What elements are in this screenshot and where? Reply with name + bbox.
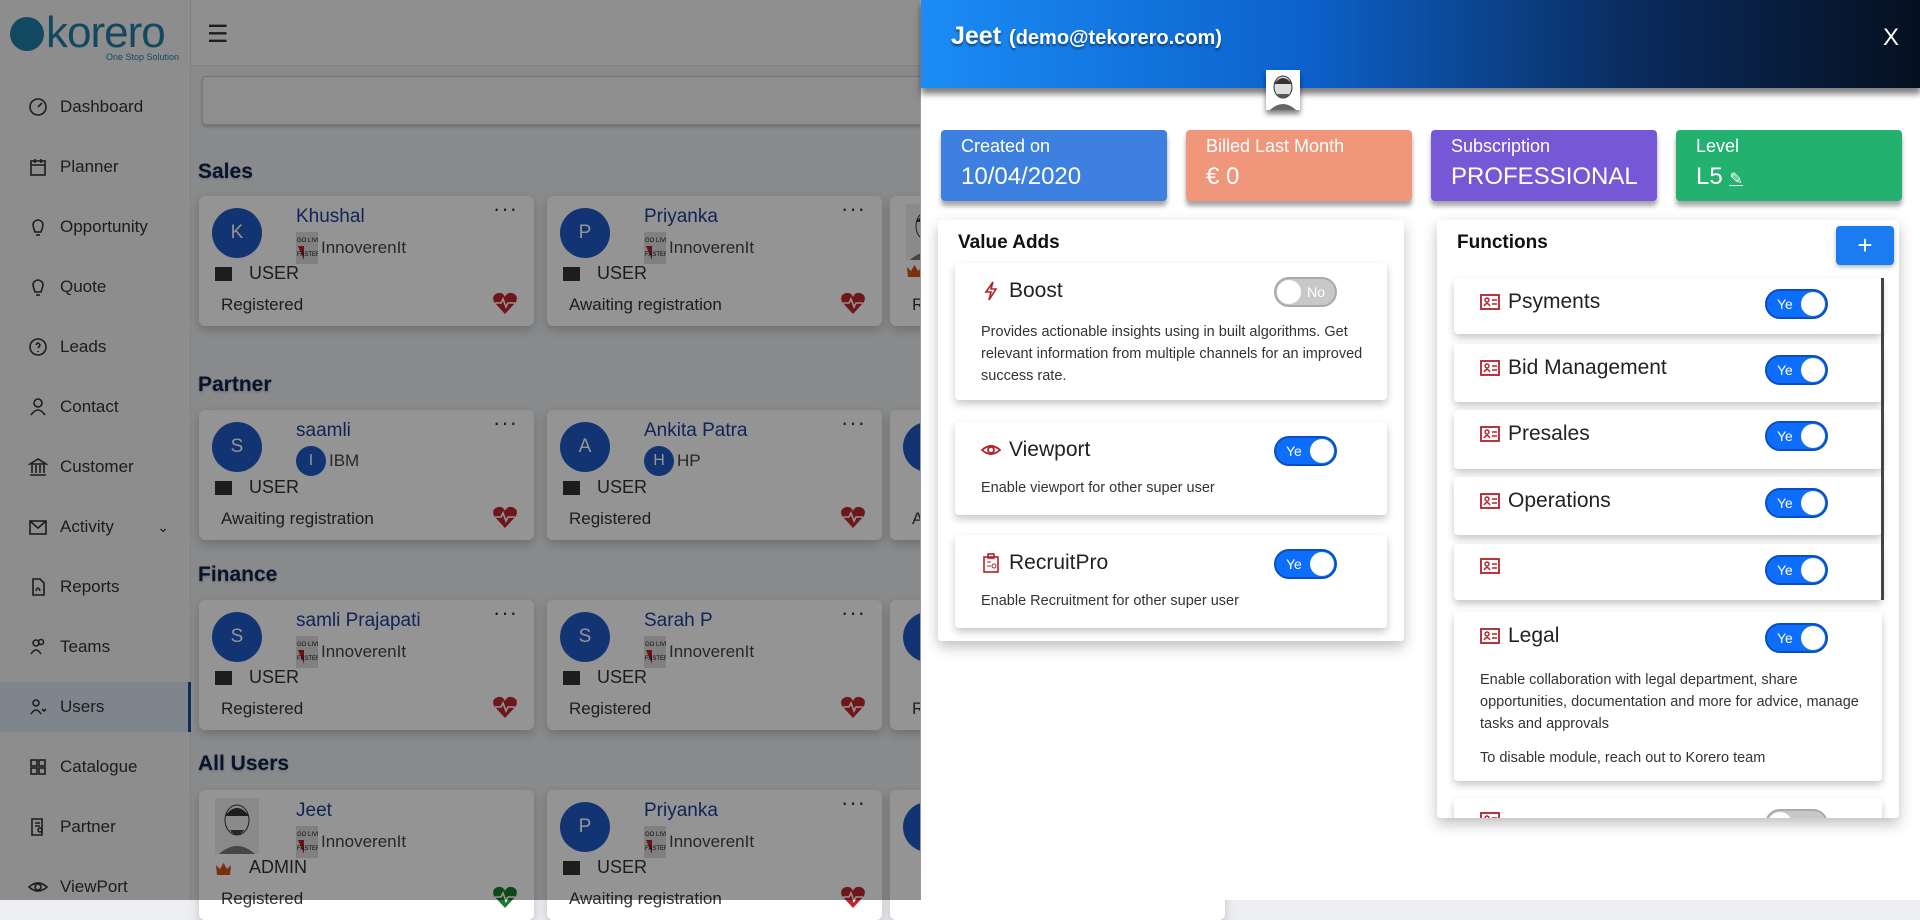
panel-user-name: Jeet bbox=[951, 22, 1002, 50]
function-description: Enable collaboration with legal departme… bbox=[1480, 672, 1859, 732]
function-name: Psyments bbox=[1508, 290, 1601, 313]
user-detail-panel: Jeet (demo@tekorero.com) X Created on 10/… bbox=[920, 0, 1920, 900]
clipboard-icon bbox=[983, 553, 999, 573]
function-item: Ye bbox=[1454, 544, 1882, 600]
function-item: Legal Ye Enable collaboration with legal… bbox=[1454, 612, 1882, 781]
value-add-name: RecruitPro bbox=[1009, 551, 1109, 574]
edit-pencil-icon[interactable]: ✎ bbox=[1729, 171, 1742, 188]
value-add-description: Enable viewport for other super user bbox=[981, 480, 1215, 496]
value-add-recruitpro: RecruitPro Ye Enable Recruitment for oth… bbox=[955, 535, 1387, 628]
add-function-button[interactable]: + bbox=[1836, 226, 1894, 265]
function-toggle[interactable]: Ye bbox=[1765, 355, 1828, 385]
toggle-label: Ye bbox=[1777, 362, 1793, 378]
id-card-icon bbox=[1480, 360, 1500, 376]
toggle-label: Ye bbox=[1777, 562, 1793, 578]
function-toggle[interactable]: Ye bbox=[1765, 289, 1828, 319]
value-add-toggle[interactable]: Ye bbox=[1274, 436, 1337, 466]
stat-label: Created on bbox=[961, 136, 1051, 156]
lightning-icon bbox=[984, 281, 998, 301]
toggle-label: Ye bbox=[1777, 296, 1793, 312]
function-name: Operations bbox=[1508, 489, 1611, 512]
stat-value: PROFESSIONAL bbox=[1451, 163, 1638, 190]
id-card-icon bbox=[1480, 426, 1500, 442]
id-card-icon bbox=[1480, 628, 1500, 644]
stat-level: Level L5 ✎ bbox=[1676, 130, 1902, 201]
panel-header: Jeet (demo@tekorero.com) X bbox=[921, 0, 1920, 88]
value-add-toggle[interactable]: Ye bbox=[1274, 549, 1337, 579]
functions-box: Functions + Psyments Ye Bid Management Y… bbox=[1437, 220, 1899, 818]
function-item: Bid Management Ye bbox=[1454, 344, 1882, 402]
function-item bbox=[1454, 798, 1882, 818]
stat-billed-last-month: Billed Last Month € 0 bbox=[1186, 130, 1412, 201]
modal-backdrop[interactable] bbox=[0, 0, 920, 900]
value-adds-box: Value Adds Boost No Provides actionable … bbox=[938, 220, 1404, 641]
function-toggle[interactable]: Ye bbox=[1765, 421, 1828, 451]
toggle-label: Ye bbox=[1777, 428, 1793, 444]
toggle-label: Ye bbox=[1286, 556, 1302, 572]
id-card-icon bbox=[1480, 812, 1500, 818]
stat-created-on: Created on 10/04/2020 bbox=[941, 130, 1167, 201]
stat-label: Billed Last Month bbox=[1206, 136, 1345, 156]
eye-icon bbox=[981, 445, 1001, 455]
stat-value: 10/04/2020 bbox=[961, 163, 1082, 190]
toggle-label: Ye bbox=[1777, 495, 1793, 511]
value-add-boost: Boost No Provides actionable insights us… bbox=[955, 263, 1387, 400]
value-adds-title: Value Adds bbox=[958, 232, 1060, 253]
close-button[interactable]: X bbox=[1883, 24, 1899, 52]
value-add-name: Boost bbox=[1009, 279, 1063, 302]
function-name: Presales bbox=[1508, 422, 1590, 445]
functions-scrollbar[interactable] bbox=[1881, 278, 1884, 600]
toggle-label: No bbox=[1307, 284, 1325, 300]
id-card-icon bbox=[1480, 294, 1500, 310]
function-note: To disable module, reach out to Korero t… bbox=[1480, 750, 1766, 766]
functions-title: Functions bbox=[1457, 232, 1548, 253]
value-add-description: Provides actionable insights using in bu… bbox=[981, 324, 1363, 384]
toggle-label: Ye bbox=[1777, 630, 1793, 646]
panel-user-email: (demo@tekorero.com) bbox=[1009, 27, 1222, 49]
function-toggle[interactable] bbox=[1765, 809, 1828, 818]
stat-subscription: Subscription PROFESSIONAL bbox=[1431, 130, 1657, 201]
value-add-description: Enable Recruitment for other super user bbox=[981, 593, 1239, 609]
stat-label: Level bbox=[1696, 136, 1740, 156]
function-item: Presales Ye bbox=[1454, 410, 1882, 469]
value-add-name: Viewport bbox=[1009, 438, 1091, 461]
toggle-label: Ye bbox=[1286, 443, 1302, 459]
function-name: Bid Management bbox=[1508, 356, 1667, 379]
stat-value: € 0 bbox=[1206, 163, 1240, 190]
function-toggle[interactable]: Ye bbox=[1765, 488, 1828, 518]
user-avatar bbox=[1266, 70, 1300, 110]
function-item: Operations Ye bbox=[1454, 477, 1882, 535]
stat-label: Subscription bbox=[1451, 136, 1551, 156]
value-add-viewport: Viewport Ye Enable viewport for other su… bbox=[955, 422, 1387, 515]
function-toggle[interactable]: Ye bbox=[1765, 623, 1828, 653]
value-add-toggle[interactable]: No bbox=[1274, 277, 1337, 307]
function-name: Legal bbox=[1508, 624, 1560, 647]
id-card-icon bbox=[1480, 493, 1500, 509]
stat-value: L5 bbox=[1696, 163, 1723, 190]
id-card-icon bbox=[1480, 558, 1500, 574]
function-item: Psyments Ye bbox=[1454, 278, 1882, 334]
function-toggle[interactable]: Ye bbox=[1765, 555, 1828, 585]
